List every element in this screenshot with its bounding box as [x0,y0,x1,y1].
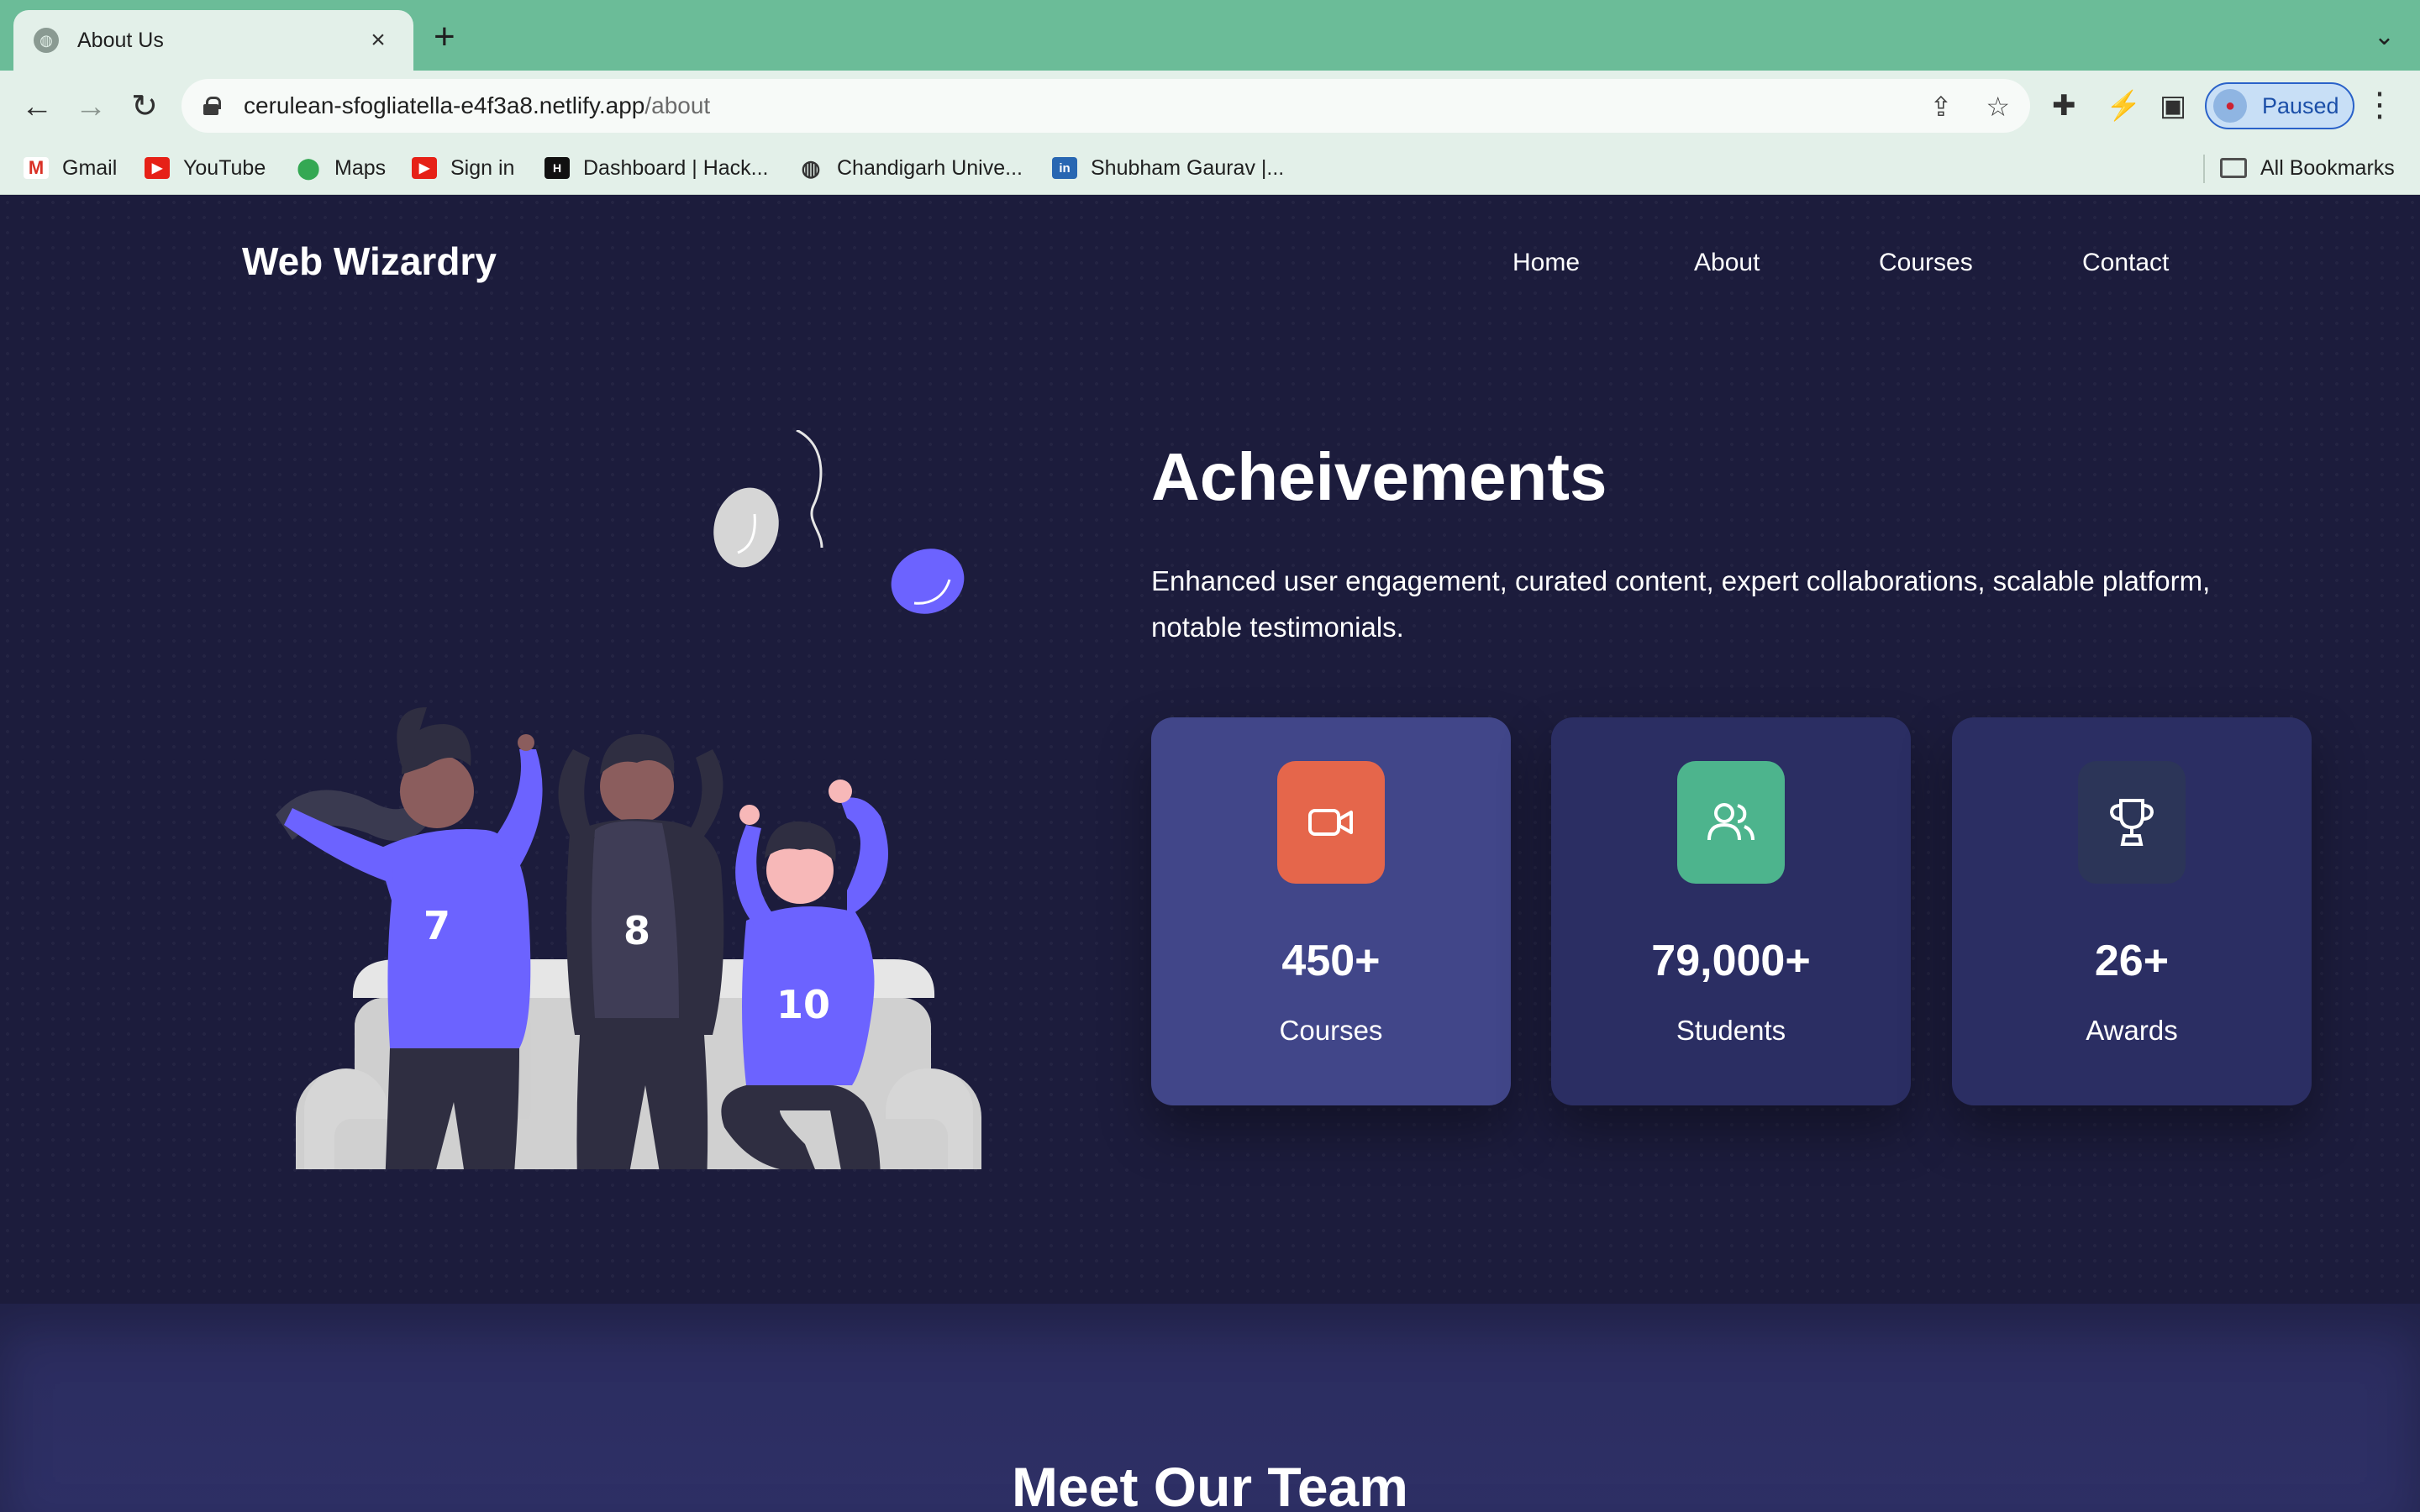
globe-icon: ◍ [34,28,59,53]
maps-icon: ⬤ [297,156,320,180]
stat-card-courses: 450+ Courses [1151,717,1511,1105]
nav-about[interactable]: About [1694,249,1760,277]
profile-button[interactable]: ● Paused [2205,82,2354,129]
menu-icon[interactable]: ⋮ [2363,86,2396,124]
reload-button[interactable]: ↻ [124,87,165,126]
celebration-illustration: 7 8 10 [276,430,981,1169]
browser-tabstrip: ◍ About Us × + ⌄ [0,0,2420,71]
bookmark-maps[interactable]: ⬤ Maps [296,153,387,183]
trophy-icon [2078,761,2186,884]
performance-icon[interactable]: ⚡ [2106,89,2141,123]
users-icon [1677,761,1785,884]
browser-tab-active[interactable]: ◍ About Us × [13,10,413,71]
bookmarks-divider [2203,155,2205,183]
bookmark-label: Shubham Gaurav |... [1091,155,1285,180]
youtube-icon: ▶ [145,157,170,179]
stat-label: Courses [1279,1015,1383,1046]
bookmark-hackerrank[interactable]: H Dashboard | Hack... [544,153,768,183]
jersey-number-10: 10 [776,982,830,1027]
globe-icon: ◍ [801,155,821,181]
url-host: cerulean-sfogliatella-e4f3a8.netlify.app [244,92,645,118]
achievements-description: Enhanced user engagement, curated conten… [1151,565,2211,643]
web-page: Web Wizardry Home About Courses Contact … [0,195,2420,1512]
stat-card-awards: 26+ Awards [1952,717,2312,1105]
back-button[interactable]: ← [17,87,57,126]
stat-label: Students [1676,1015,1786,1046]
share-icon[interactable]: ⇪ [1930,91,1953,123]
side-panel-icon[interactable]: ▣ [2160,89,2186,123]
bookmark-youtube[interactable]: ▶ YouTube [145,153,266,183]
stat-label: Awards [2086,1015,2178,1046]
nav-courses[interactable]: Courses [1879,249,1973,277]
all-bookmarks-button[interactable]: All Bookmarks [2220,153,2395,183]
stat-value: 79,000+ [1651,937,1811,985]
close-icon[interactable]: × [363,26,393,55]
jersey-number-7: 7 [424,903,450,948]
bookmark-label: Gmail [62,155,118,180]
star-icon[interactable]: ☆ [1986,91,2010,123]
avatar: ● [2213,89,2247,123]
url-path: /about [644,92,711,118]
chevron-down-icon[interactable]: ⌄ [2374,22,2395,51]
bookmark-label: Maps [334,155,387,180]
hackerrank-icon: H [544,157,570,179]
linkedin-icon: in [1052,157,1077,179]
youtube-icon: ▶ [412,157,437,179]
stat-value: 26+ [2094,937,2170,985]
bookmark-chandigarh[interactable]: ◍ Chandigarh Unive... [798,153,1023,183]
bookmark-label: Dashboard | Hack... [583,155,769,180]
jersey-number-8: 8 [623,908,650,953]
bookmark-linkedin[interactable]: in Shubham Gaurav |... [1052,153,1284,183]
nav-home[interactable]: Home [1512,249,1580,277]
stat-value: 450+ [1281,937,1381,985]
new-tab-button[interactable]: + [434,18,455,55]
bookmark-signin[interactable]: ▶ Sign in [412,153,514,183]
team-title: Meet Our Team [1012,1456,1408,1512]
profile-status: Paused [2262,92,2339,118]
site-logo[interactable]: Web Wizardry [242,239,497,284]
folder-icon [2220,158,2247,178]
forward-button[interactable]: → [71,87,111,126]
bookmark-gmail[interactable]: M Gmail [24,153,117,183]
bookmark-label: YouTube [183,155,266,180]
achievements-title: Acheivements [1151,439,1607,514]
bookmark-label: Sign in [450,155,515,180]
bookmark-label: Chandigarh Unive... [837,155,1023,180]
address-bar[interactable]: cerulean-sfogliatella-e4f3a8.netlify.app… [182,79,2030,133]
bookmark-label: All Bookmarks [2260,155,2395,180]
tab-title: About Us [77,28,164,52]
nav-contact[interactable]: Contact [2082,249,2169,277]
lock-icon[interactable] [203,97,221,115]
video-camera-icon [1277,761,1385,884]
browser-toolbar: ← → ↻ cerulean-sfogliatella-e4f3a8.netli… [0,71,2420,143]
bookmarks-bar: M Gmail ▶ YouTube ⬤ Maps ▶ Sign in H Das… [0,143,2420,195]
stat-card-students: 79,000+ Students [1551,717,1911,1105]
extensions-icon[interactable]: ✚ [2052,89,2076,123]
gmail-icon: M [24,157,49,179]
